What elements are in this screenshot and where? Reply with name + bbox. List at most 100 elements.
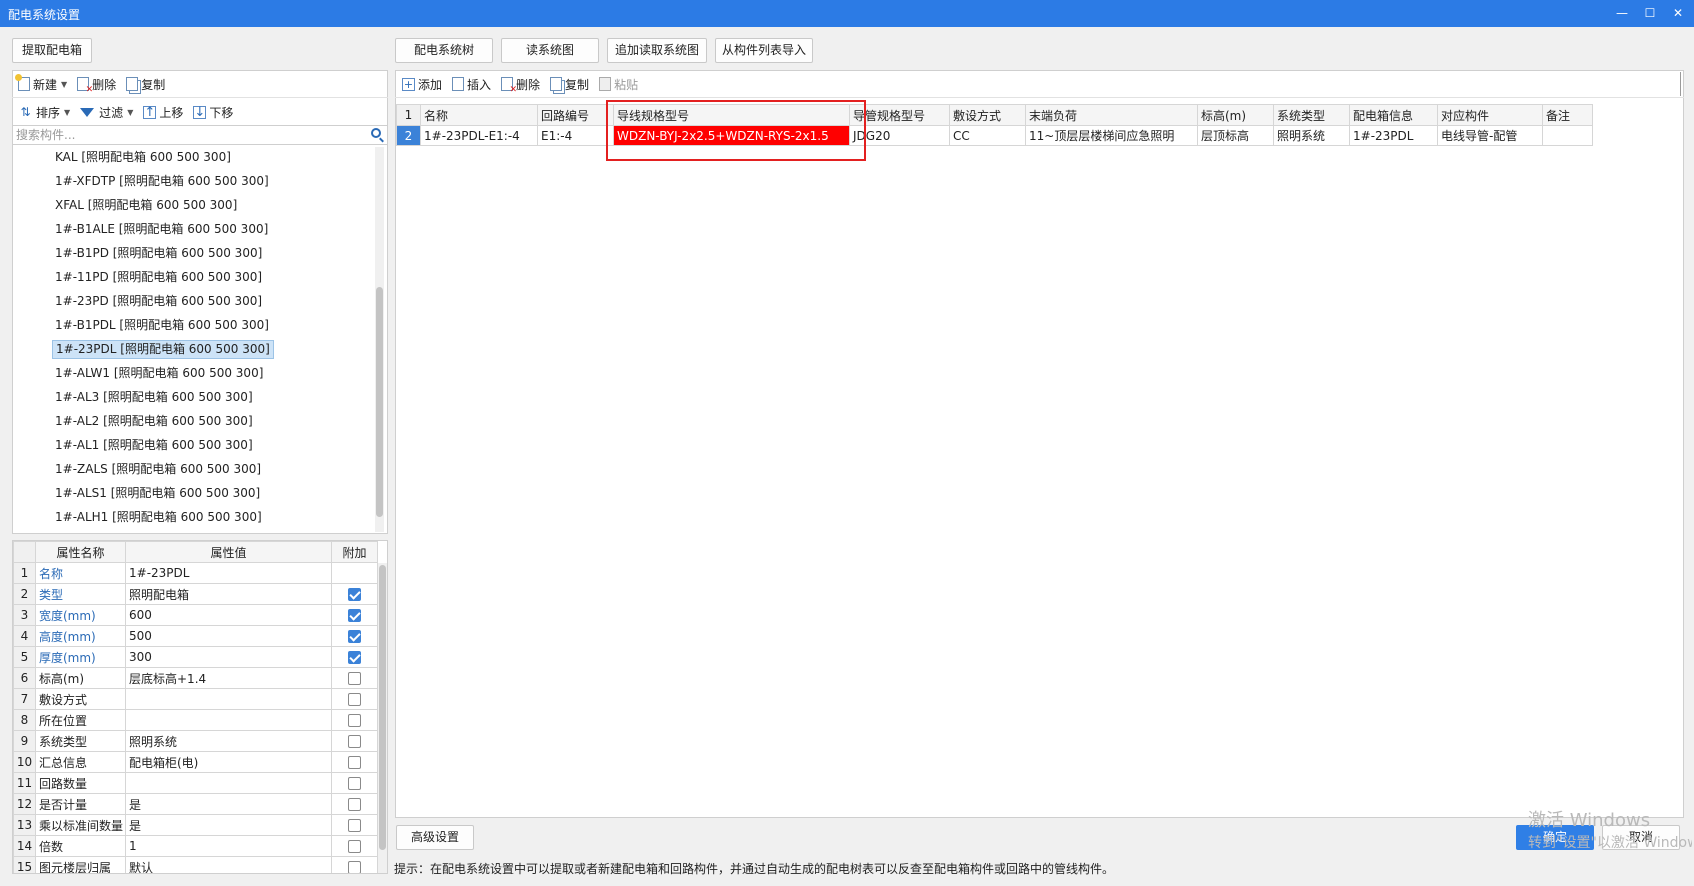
attach-checkbox[interactable]	[348, 861, 361, 873]
grid-cell[interactable]: 层顶标高	[1197, 125, 1274, 146]
property-value[interactable]	[125, 688, 332, 710]
property-column-header: 属性值	[125, 541, 332, 563]
property-value[interactable]	[125, 709, 332, 731]
copy-button[interactable]: 复制	[126, 76, 165, 93]
tree-item[interactable]: 1#-B1PDL [照明配电箱 600 500 300]	[52, 316, 272, 335]
property-value[interactable]: 1	[125, 835, 332, 857]
attach-checkbox[interactable]	[348, 714, 361, 727]
tab-append-read-system-diagram[interactable]: 追加读取系统图	[607, 38, 707, 63]
tab-read-system-diagram[interactable]: 读系统图	[501, 38, 599, 63]
tree-item[interactable]: KAL [照明配电箱 600 500 300]	[52, 148, 234, 167]
add-button[interactable]: + 添加	[402, 76, 442, 93]
sort-button[interactable]: ⇅ 排序 ▼	[18, 104, 70, 121]
tree-item[interactable]: 1#-ALH1 [照明配电箱 600 500 300]	[52, 508, 265, 527]
tree-item[interactable]: XFAL [照明配电箱 600 500 300]	[52, 196, 240, 215]
extract-distribution-box-button[interactable]: 提取配电箱	[12, 38, 92, 63]
attach-checkbox[interactable]	[348, 735, 361, 748]
table-row[interactable]: 2 1#-23PDL-E1:-4 E1:-4 WDZN-BYJ-2x2.5+WDZN-…	[396, 125, 1593, 146]
delete-button[interactable]: 删除	[77, 76, 116, 95]
grid-cell[interactable]: CC	[949, 125, 1026, 146]
tree-item[interactable]: 1#-ALW1 [照明配电箱 600 500 300]	[52, 364, 266, 383]
move-down-button[interactable]: ↓ 下移	[193, 104, 233, 121]
grid-cell[interactable]: E1:-4	[537, 125, 614, 146]
property-name: 所在位置	[35, 709, 126, 731]
paste-button[interactable]: 粘贴	[599, 76, 638, 93]
grid-column-header[interactable]: 标高(m)	[1197, 104, 1274, 126]
attach-checkbox[interactable]	[348, 630, 361, 643]
new-button[interactable]: 新建 ▼	[15, 74, 67, 93]
title-bar: 配电系统设置 — ☐ ✕	[0, 0, 1694, 27]
maximize-icon[interactable]: ☐	[1640, 4, 1660, 22]
row-number: 1	[13, 562, 36, 584]
property-value[interactable]: 300	[125, 646, 332, 668]
attach-checkbox[interactable]	[348, 588, 361, 601]
grid-cell[interactable]: 照明系统	[1273, 125, 1350, 146]
grid-column-header[interactable]: 敷设方式	[949, 104, 1026, 126]
property-value[interactable]: 500	[125, 625, 332, 647]
component-search	[12, 125, 388, 145]
grid-column-header[interactable]: 名称	[420, 104, 538, 126]
tree-scroll-thumb[interactable]	[376, 287, 383, 517]
tree-item[interactable]: 1#-B1ALE [照明配电箱 600 500 300]	[52, 220, 271, 239]
search-icon[interactable]	[371, 128, 381, 138]
grid-cell[interactable]: 1#-23PDL-E1:-4	[420, 125, 538, 146]
attach-checkbox[interactable]	[348, 609, 361, 622]
grid-column-header[interactable]: 备注	[1542, 104, 1593, 126]
grid-cell[interactable]: 11~顶层层楼梯间应急照明	[1025, 125, 1198, 146]
tree-item[interactable]: 1#-23PDL [照明配电箱 600 500 300]	[52, 340, 274, 359]
close-icon[interactable]: ✕	[1668, 4, 1688, 22]
tab-distribution-tree[interactable]: 配电系统树	[395, 38, 493, 63]
property-value[interactable]: 是	[125, 793, 332, 815]
property-value[interactable]: 照明配电箱	[125, 583, 332, 605]
property-value[interactable]: 层底标高+1.4	[125, 667, 332, 689]
attach-checkbox[interactable]	[348, 840, 361, 853]
move-up-button[interactable]: ↑ 上移	[143, 104, 183, 121]
tree-item[interactable]: 1#-23PD [照明配电箱 600 500 300]	[52, 292, 265, 311]
property-value[interactable]: 是	[125, 814, 332, 836]
tree-item[interactable]: 1#-AL1 [照明配电箱 600 500 300]	[52, 436, 256, 455]
property-scrollbar[interactable]	[378, 563, 387, 873]
attach-checkbox[interactable]	[348, 672, 361, 685]
grid-cell[interactable]: 电线导管-配管	[1437, 125, 1543, 146]
tree-item[interactable]: 1#-ZALS [照明配电箱 600 500 300]	[52, 460, 264, 479]
grid-column-header[interactable]: 系统类型	[1273, 104, 1350, 126]
attach-checkbox[interactable]	[348, 756, 361, 769]
advanced-settings-button[interactable]: 高级设置	[396, 825, 474, 850]
property-value[interactable]: 1#-23PDL	[125, 562, 332, 584]
tree-item[interactable]: 1#-11PD [照明配电箱 600 500 300]	[52, 268, 265, 287]
window-title: 配电系统设置	[8, 8, 81, 22]
filter-button[interactable]: 过滤 ▼	[80, 104, 133, 121]
grid-column-header[interactable]: 配电箱信息	[1349, 104, 1438, 126]
property-value[interactable]: 配电箱柜(电)	[125, 751, 332, 773]
grid-column-header[interactable]: 回路编号	[537, 104, 614, 126]
search-input[interactable]	[13, 126, 333, 144]
minimize-icon[interactable]: —	[1612, 4, 1632, 22]
attach-checkbox[interactable]	[348, 651, 361, 664]
grid-delete-button[interactable]: 删除	[501, 76, 540, 95]
property-value[interactable]: 默认	[125, 856, 332, 873]
grid-copy-button[interactable]: 复制	[550, 76, 589, 93]
attach-checkbox[interactable]	[348, 798, 361, 811]
tree-item[interactable]: 1#-ALS1 [照明配电箱 600 500 300]	[52, 484, 263, 503]
attach-checkbox[interactable]	[348, 693, 361, 706]
property-value[interactable]: 照明系统	[125, 730, 332, 752]
tree-item[interactable]: 1#-B1PD [照明配电箱 600 500 300]	[52, 244, 265, 263]
property-attach-cell	[331, 709, 378, 731]
chevron-down-icon: ▼	[64, 107, 71, 117]
tree-item[interactable]: 1#-AL2 [照明配电箱 600 500 300]	[52, 412, 256, 431]
grid-column-header[interactable]: 对应构件	[1437, 104, 1543, 126]
property-value[interactable]	[125, 772, 332, 794]
insert-button[interactable]: 插入	[452, 76, 491, 93]
property-scroll-thumb[interactable]	[379, 565, 386, 850]
attach-checkbox[interactable]	[348, 777, 361, 790]
grid-column-header[interactable]: 末端负荷	[1025, 104, 1198, 126]
grid-cell[interactable]: 1#-23PDL	[1349, 125, 1438, 146]
attach-checkbox[interactable]	[348, 819, 361, 832]
grid-cell[interactable]	[1542, 125, 1593, 146]
property-value[interactable]: 600	[125, 604, 332, 626]
tab-import-from-component-list[interactable]: 从构件列表导入	[715, 38, 813, 63]
tree-item[interactable]: 1#-XFDTP [照明配电箱 600 500 300]	[52, 172, 272, 191]
tree-scrollbar[interactable]	[375, 147, 384, 532]
tree-item[interactable]: 1#-AL3 [照明配电箱 600 500 300]	[52, 388, 256, 407]
filter-label: 过滤	[99, 105, 124, 120]
